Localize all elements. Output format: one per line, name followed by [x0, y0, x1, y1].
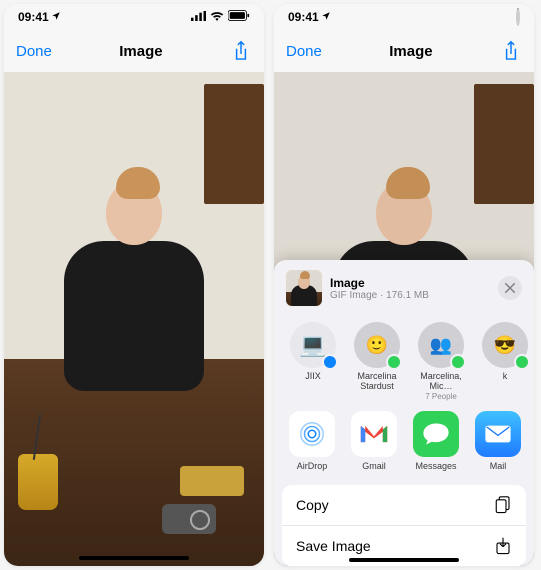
share-sheet: Image GIF Image · 176.1 MB 💻 JIIX 🙂 Marc…	[274, 260, 534, 566]
apps-row[interactable]: AirDrop Gmail Messages	[274, 405, 534, 475]
share-title: Image	[330, 276, 429, 290]
phone-left: 09:41 Done Image	[4, 4, 264, 566]
messages-badge-icon	[450, 354, 466, 370]
laptop-icon: 💻	[290, 322, 336, 368]
avatar: 🙂	[354, 322, 400, 368]
image-content[interactable]: Image GIF Image · 176.1 MB 💻 JIIX 🙂 Marc…	[274, 72, 534, 566]
share-button[interactable]	[500, 40, 522, 62]
status-time: 09:41	[18, 10, 49, 24]
app-airdrop[interactable]: AirDrop	[286, 411, 338, 471]
share-thumbnail	[286, 270, 322, 306]
status-bar: 09:41	[4, 4, 264, 30]
avatar: 😎	[482, 322, 528, 368]
photo	[4, 72, 264, 566]
share-sheet-header: Image GIF Image · 176.1 MB	[274, 270, 534, 316]
save-icon	[494, 537, 512, 555]
airdrop-badge-icon	[322, 354, 338, 370]
home-indicator[interactable]	[79, 556, 189, 560]
status-bar: 09:41	[274, 4, 534, 30]
app-label: Mail	[472, 461, 524, 471]
contacts-row[interactable]: 💻 JIIX 🙂 Marcelina Stardust 👥 Marcelina,…	[274, 316, 534, 405]
app-gmail[interactable]: Gmail	[348, 411, 400, 471]
page-title: Image	[119, 43, 162, 60]
messages-icon	[413, 411, 459, 457]
contact-item[interactable]: 💻 JIIX	[286, 322, 340, 401]
location-arrow-icon	[321, 10, 331, 24]
wifi-icon	[210, 10, 224, 24]
app-label: AirDrop	[286, 461, 338, 471]
contact-label: Marcelina, Mic…	[414, 372, 468, 392]
actions-list: Copy Save Image	[282, 485, 526, 566]
action-label: Save Image	[296, 538, 371, 554]
page-title: Image	[389, 43, 432, 60]
done-button[interactable]: Done	[286, 43, 322, 60]
gmail-icon	[351, 411, 397, 457]
close-button[interactable]	[498, 276, 522, 300]
home-indicator[interactable]	[349, 558, 459, 562]
contact-label: Marcelina Stardust	[350, 372, 404, 392]
contact-item[interactable]: 😎 k	[478, 322, 532, 401]
status-time: 09:41	[288, 10, 319, 24]
loading-spinner-icon	[516, 10, 520, 24]
contact-label: JIIX	[286, 372, 340, 382]
share-button[interactable]	[230, 40, 252, 62]
nav-bar: Done Image	[4, 30, 264, 72]
mail-icon	[475, 411, 521, 457]
phone-right: 09:41 Done Image	[274, 4, 534, 566]
app-label: Messages	[410, 461, 462, 471]
location-arrow-icon	[51, 10, 61, 24]
battery-icon	[228, 10, 250, 24]
contact-item[interactable]: 👥 Marcelina, Mic… 7 People	[414, 322, 468, 401]
airdrop-icon	[289, 411, 335, 457]
messages-badge-icon	[386, 354, 402, 370]
contact-sublabel: 7 People	[414, 392, 468, 401]
image-content[interactable]	[4, 72, 264, 566]
contact-label: k	[478, 372, 532, 382]
messages-badge-icon	[514, 354, 530, 370]
action-copy[interactable]: Copy	[282, 485, 526, 525]
share-subtitle: GIF Image · 176.1 MB	[330, 290, 429, 301]
done-button[interactable]: Done	[16, 43, 52, 60]
action-label: Copy	[296, 497, 329, 513]
cellular-signal-icon	[191, 10, 206, 24]
app-messages[interactable]: Messages	[410, 411, 462, 471]
contact-item[interactable]: 🙂 Marcelina Stardust	[350, 322, 404, 401]
app-mail[interactable]: Mail	[472, 411, 524, 471]
nav-bar: Done Image	[274, 30, 534, 72]
copy-icon	[494, 496, 512, 514]
avatar-group: 👥	[418, 322, 464, 368]
app-label: Gmail	[348, 461, 400, 471]
